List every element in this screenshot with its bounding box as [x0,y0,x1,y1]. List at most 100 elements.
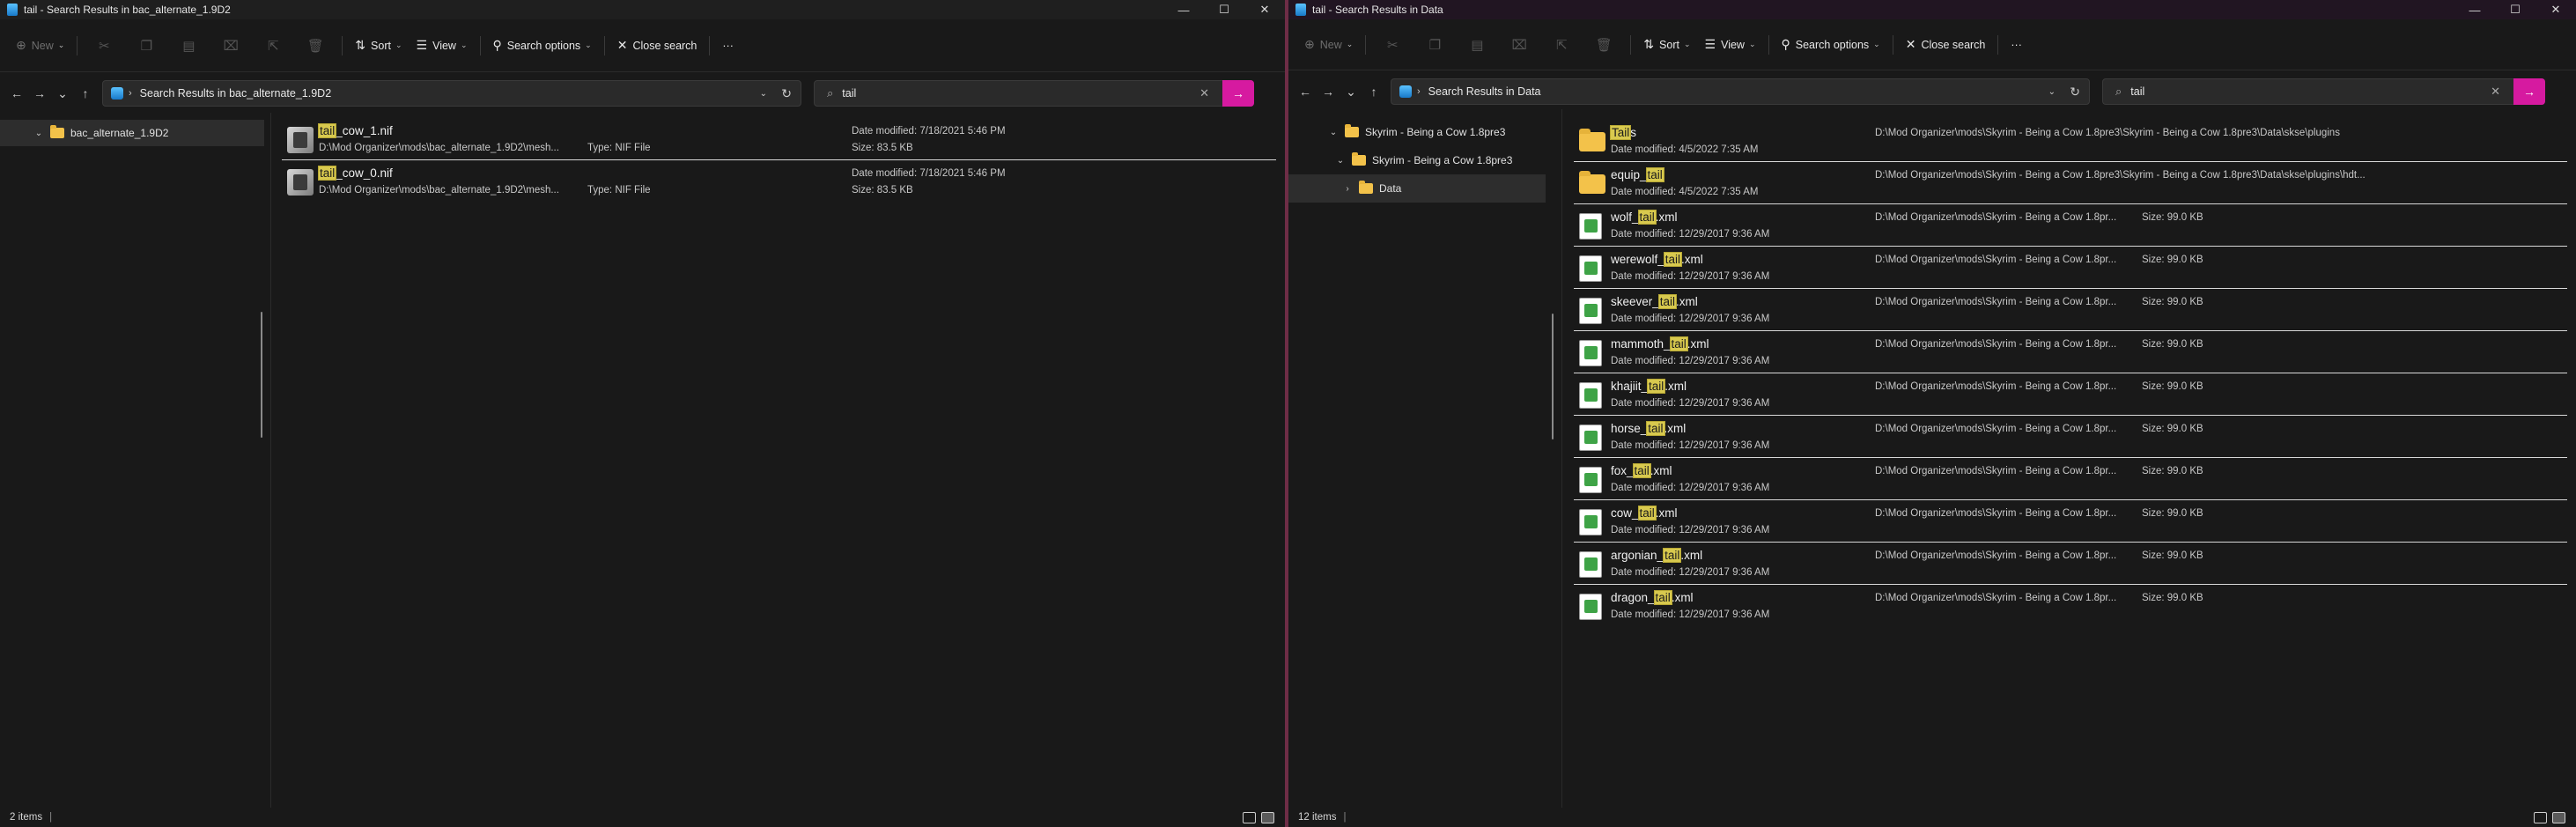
minimize-button[interactable]: — [2454,0,2495,19]
search-icon: ⌕ [2115,85,2122,98]
file-row[interactable]: fox_tail.xml Date modified: 12/29/2017 9… [1574,458,2567,500]
address-dropdown-icon[interactable]: ⌄ [760,89,767,99]
recent-locations-button[interactable]: ⌄ [1340,79,1362,104]
clear-search-icon[interactable]: ✕ [2491,85,2500,99]
arrow-right-icon: → [2523,85,2535,99]
chevron-down-icon[interactable]: ⌄ [1334,156,1347,166]
file-row[interactable]: tail_cow_1.nif D:\Mod Organizer\mods\bac… [282,118,1276,160]
chevron-down-icon[interactable]: ⌄ [1327,128,1340,137]
tree-item-data[interactable]: › Data [1288,174,1546,203]
file-row[interactable]: tail_cow_0.nif D:\Mod Organizer\mods\bac… [282,160,1276,203]
file-row[interactable]: wolf_tail.xml Date modified: 12/29/2017 … [1574,204,2567,247]
view-list-icon: ☰ [1704,37,1716,51]
close-search-button[interactable]: ✕ Close search [610,32,705,60]
tree-item-being-a-cow[interactable]: ⌄ Skyrim - Being a Cow 1.8pre3 [1288,118,1546,146]
address-bar[interactable]: › Search Results in Data ⌄ ↻ [1391,78,2090,105]
search-box[interactable]: ⌕ tail ✕ → [814,80,1254,107]
sort-button[interactable]: ⇅ Sort ⌄ [1636,31,1697,59]
chevron-down-icon[interactable]: ⌄ [33,129,45,138]
new-button[interactable]: ⊕ New ⌄ [9,32,71,60]
file-row[interactable]: mammoth_tail.xml Date modified: 12/29/20… [1574,331,2567,373]
tiles-view-icon[interactable] [2552,812,2565,823]
search-input[interactable]: tail [842,87,856,100]
sort-button[interactable]: ⇅ Sort ⌄ [348,32,409,60]
file-row[interactable]: argonian_tail.xml Date modified: 12/29/2… [1574,543,2567,585]
file-date-modified: Date modified: 12/29/2017 9:36 AM [1611,483,1770,493]
file-row[interactable]: cow_tail.xml Date modified: 12/29/2017 9… [1574,500,2567,543]
tree-item-label: Data [1379,182,1402,195]
tiles-view-icon[interactable] [1261,812,1274,823]
address-dropdown-icon[interactable]: ⌄ [2048,87,2056,97]
search-go-button[interactable]: → [2513,78,2545,105]
paste-button[interactable]: ▤ [1456,31,1498,59]
maximize-button[interactable]: ☐ [2495,0,2535,19]
refresh-icon[interactable]: ↻ [2070,85,2080,100]
search-input[interactable]: tail [2130,85,2144,98]
folder-row[interactable]: equip_tail Date modified: 4/5/2022 7:35 … [1574,162,2567,204]
share-button[interactable]: ⇱ [252,32,294,60]
folder-icon [1359,181,1373,194]
file-row[interactable]: werewolf_tail.xml Date modified: 12/29/2… [1574,247,2567,289]
close-window-button[interactable]: ✕ [2535,0,2576,19]
navigation-bar: ← → ⌄ ↑ › Search Results in bac_alternat… [0,76,1285,111]
clear-search-icon[interactable]: ✕ [1199,86,1209,100]
details-view-icon[interactable] [2534,812,2547,823]
file-date-modified: Date modified: 7/18/2021 5:46 PM [852,126,1006,137]
delete-button[interactable]: 🗑 [1583,31,1625,59]
close-search-button[interactable]: ✕ Close search [1899,31,1993,59]
nav-pane-scrollbar[interactable] [261,312,262,438]
chevron-right-icon[interactable]: › [1341,184,1354,194]
search-go-button[interactable]: → [1222,80,1254,107]
pane-splitter[interactable] [1561,109,1562,808]
close-window-button[interactable]: ✕ [1244,0,1285,19]
plus-circle-icon: ⊕ [1304,37,1315,51]
share-button[interactable]: ⇱ [1540,31,1583,59]
folder-icon [1579,129,1605,151]
maximize-button[interactable]: ☐ [1204,0,1244,19]
more-options-button[interactable]: ··· [715,32,741,60]
file-name: khajiit_tail.xml [1611,379,1687,394]
copy-button[interactable]: ❐ [125,32,167,60]
minimize-button[interactable]: — [1163,0,1204,19]
folder-row[interactable]: Tails Date modified: 4/5/2022 7:35 AM D:… [1574,120,2567,162]
new-button[interactable]: ⊕ New ⌄ [1297,31,1360,59]
view-button[interactable]: ☰ View ⌄ [410,32,475,60]
paste-button[interactable]: ▤ [167,32,210,60]
search-box[interactable]: ⌕ tail ✕ → [2102,78,2545,105]
more-options-button[interactable]: ··· [2004,31,2029,59]
file-row[interactable]: dragon_tail.xml Date modified: 12/29/201… [1574,585,2567,627]
file-size: Size: 99.0 KB [2142,550,2203,561]
up-button[interactable]: ↑ [1362,79,1385,104]
details-view-icon[interactable] [1243,812,1256,823]
file-path: D:\Mod Organizer\mods\Skyrim - Being a C… [1875,550,2117,561]
cut-button[interactable]: ✂ [83,32,125,60]
view-button[interactable]: ☰ View ⌄ [1698,31,1763,59]
forward-button[interactable]: → [1317,79,1340,104]
file-row[interactable]: skeever_tail.xml Date modified: 12/29/20… [1574,289,2567,331]
recent-locations-button[interactable]: ⌄ [51,81,74,106]
file-date-modified: Date modified: 4/5/2022 7:35 AM [1611,187,1759,197]
nav-pane-scrollbar[interactable] [1552,314,1554,439]
tree-item-bac-alternate[interactable]: ⌄ bac_alternate_1.9D2 [0,120,264,146]
title-bar[interactable]: tail - Search Results in bac_alternate_1… [0,0,1285,19]
rename-button[interactable]: ⌧ [1498,31,1540,59]
pane-splitter[interactable] [270,113,271,808]
tree-item-being-a-cow-inner[interactable]: ⌄ Skyrim - Being a Cow 1.8pre3 [1288,146,1546,174]
up-button[interactable]: ↑ [74,81,97,106]
search-options-button[interactable]: ⚲ Search options ⌄ [1775,31,1887,59]
address-bar[interactable]: › Search Results in bac_alternate_1.9D2 … [102,80,801,107]
cut-button[interactable]: ✂ [1371,31,1413,59]
back-button[interactable]: ← [5,81,28,106]
toolbar-separator [77,35,78,55]
file-row[interactable]: horse_tail.xml Date modified: 12/29/2017… [1574,416,2567,458]
copy-button[interactable]: ❐ [1413,31,1456,59]
delete-button[interactable]: 🗑 [294,32,336,60]
rename-button[interactable]: ⌧ [210,32,252,60]
chevron-down-icon: ⌄ [1873,40,1880,48]
refresh-icon[interactable]: ↻ [781,86,792,101]
back-button[interactable]: ← [1294,79,1317,104]
title-bar[interactable]: tail - Search Results in Data — ☐ ✕ [1288,0,2576,19]
search-options-button[interactable]: ⚲ Search options ⌄ [486,32,599,60]
file-row[interactable]: khajiit_tail.xml Date modified: 12/29/20… [1574,373,2567,416]
forward-button[interactable]: → [28,81,51,106]
